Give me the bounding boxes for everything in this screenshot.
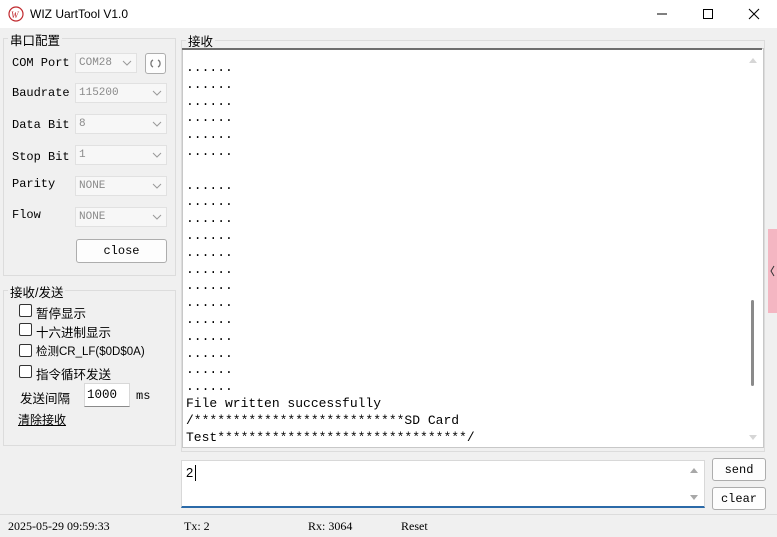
data-bit-label: Data Bit bbox=[12, 118, 70, 132]
scroll-up-icon[interactable] bbox=[748, 56, 758, 64]
stop-bit-label: Stop Bit bbox=[12, 150, 70, 164]
flow-select[interactable]: NONE bbox=[75, 207, 167, 227]
receive-top-border bbox=[182, 48, 762, 50]
parity-label: Parity bbox=[12, 177, 56, 191]
clear-receive-link[interactable]: 清除接收 bbox=[18, 411, 66, 428]
chevron-down-icon bbox=[152, 183, 162, 189]
send-input[interactable]: 2 bbox=[181, 460, 705, 508]
pause-display-label: 暂停显示 bbox=[36, 307, 87, 321]
status-bar bbox=[0, 514, 777, 537]
status-datetime: 2025-05-29 09:59:33 bbox=[8, 519, 110, 533]
loop-send-checkbox[interactable] bbox=[19, 365, 32, 378]
chevron-down-icon bbox=[152, 214, 162, 220]
send-interval-label: 发送间隔 bbox=[20, 392, 71, 406]
send-button[interactable]: send bbox=[712, 458, 766, 481]
pause-display-checkbox[interactable] bbox=[19, 304, 32, 317]
rxtx-settings-title: 接收/发送 bbox=[8, 282, 66, 301]
scroll-down-icon[interactable] bbox=[689, 494, 699, 502]
parity-select[interactable]: NONE bbox=[75, 176, 167, 196]
detect-crlf-label: 检测CR_LF($0D$0A) bbox=[36, 346, 145, 358]
chevron-down-icon bbox=[152, 90, 162, 96]
com-port-select[interactable]: COM28 bbox=[75, 53, 137, 73]
hex-display-checkbox[interactable] bbox=[19, 323, 32, 336]
clear-send-button[interactable]: clear bbox=[712, 487, 766, 510]
minimize-button[interactable] bbox=[639, 0, 685, 28]
reset-counters-button[interactable]: Reset bbox=[401, 519, 428, 534]
scroll-down-icon[interactable] bbox=[748, 434, 758, 442]
close-icon bbox=[748, 8, 760, 20]
chevron-down-icon bbox=[152, 121, 162, 127]
stop-bit-select[interactable]: 1 bbox=[75, 145, 167, 165]
com-port-label: COM Port bbox=[12, 56, 70, 70]
send-interval-input[interactable]: 1000 bbox=[84, 383, 130, 407]
maximize-button[interactable] bbox=[685, 0, 731, 28]
side-panel-tab[interactable] bbox=[768, 229, 777, 313]
title-bar: W WIZ UartTool V1.0 bbox=[0, 0, 777, 28]
data-bit-select[interactable]: 8 bbox=[75, 114, 167, 134]
baudrate-label: Baudrate bbox=[12, 86, 70, 100]
chevron-down-icon bbox=[122, 60, 132, 66]
maximize-icon bbox=[703, 9, 713, 19]
text-cursor bbox=[195, 465, 196, 481]
minimize-icon bbox=[657, 13, 667, 15]
flow-label: Flow bbox=[12, 208, 41, 222]
wiz-logo-icon: W bbox=[8, 6, 24, 22]
interval-unit: ms bbox=[136, 389, 151, 403]
close-window-button[interactable] bbox=[731, 0, 777, 28]
chevron-down-icon bbox=[152, 152, 162, 158]
receive-log: ...... ...... ...... ...... ...... .....… bbox=[186, 60, 475, 445]
baudrate-select[interactable]: 115200 bbox=[75, 83, 167, 103]
chevron-left-icon bbox=[770, 265, 775, 277]
refresh-icon bbox=[150, 59, 161, 68]
loop-send-label: 指令循环发送 bbox=[36, 368, 112, 382]
scroll-up-icon[interactable] bbox=[689, 466, 699, 474]
svg-text:W: W bbox=[11, 10, 20, 20]
status-rx-count: Rx: 3064 bbox=[308, 519, 353, 533]
detect-crlf-checkbox[interactable] bbox=[19, 344, 32, 357]
refresh-ports-button[interactable] bbox=[145, 53, 166, 74]
close-port-button[interactable]: close bbox=[76, 239, 167, 263]
status-tx-count: Tx: 2 bbox=[184, 519, 210, 533]
window-title: WIZ UartTool V1.0 bbox=[30, 7, 129, 21]
receive-scrollbar-thumb[interactable] bbox=[751, 300, 754, 386]
serial-config-title: 串口配置 bbox=[8, 30, 63, 49]
hex-display-label: 十六进制显示 bbox=[36, 326, 112, 340]
